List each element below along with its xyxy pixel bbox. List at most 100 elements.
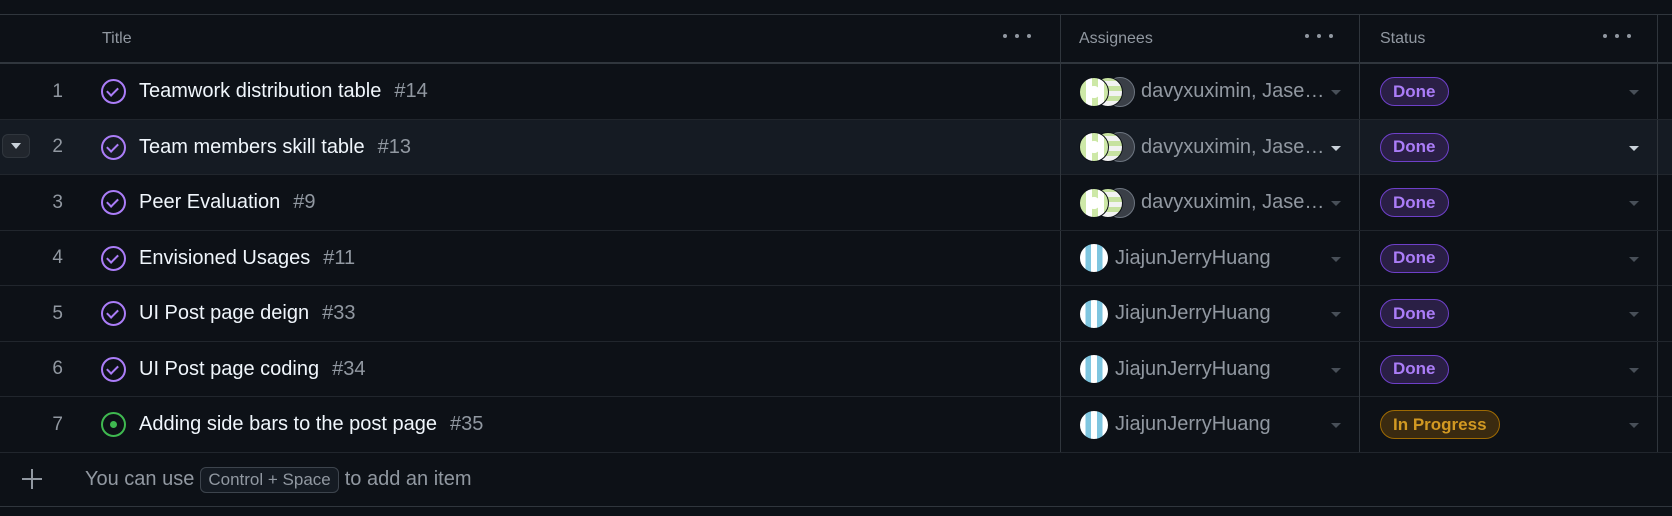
title-cell[interactable]: UI Post page deign #33 [101,286,1059,341]
column-header-assignees[interactable]: Assignees [1060,15,1359,62]
status-badge[interactable]: Done [1380,354,1449,384]
dropdown-caret-icon[interactable] [1331,256,1341,262]
row-number-label: 7 [52,413,63,435]
status-badge[interactable]: Done [1380,243,1449,273]
assignees-cell[interactable]: JiajunJerryHuang [1060,286,1359,341]
project-table: Title Assignees Status 1 Teamwork distrib… [0,15,1672,507]
title-cell[interactable]: Envisioned Usages #11 [101,231,1059,286]
status-badge[interactable]: Done [1380,77,1449,106]
issue-title-link[interactable]: Peer Evaluation [139,191,280,214]
title-cell[interactable]: Peer Evaluation #9 [101,175,1059,230]
title-cell[interactable]: Adding side bars to the post page #35 [101,397,1059,452]
dropdown-caret-icon[interactable] [1629,90,1639,95]
status-badge[interactable]: Done [1380,188,1449,217]
assignees-cell[interactable]: JiajunJerryHuang [1060,341,1359,397]
issue-number: #9 [293,191,316,213]
add-item-hint[interactable]: You can use Control + Space to add an it… [85,453,472,507]
row-number: 4 [0,231,88,286]
status-cell[interactable]: In Progress [1359,397,1658,452]
table-header: Title Assignees Status [0,15,1672,64]
top-bar [0,0,1672,15]
row-number: 6 [0,342,88,397]
row-number: 2 [0,120,88,175]
status-cell[interactable]: Done [1359,286,1658,341]
title-cell[interactable]: Teamwork distribution table #14 [101,64,1059,119]
issue-title-link[interactable]: Teamwork distribution table [139,80,381,103]
issue-number: #14 [394,80,428,102]
plus-icon[interactable] [22,468,42,489]
title-column-menu-icon[interactable] [1003,31,1031,41]
dropdown-caret-icon[interactable] [1629,367,1639,373]
issue-closed-icon [101,79,126,104]
status-badge[interactable]: In Progress [1380,410,1500,439]
assignee-avatars[interactable] [1079,243,1109,273]
issue-closed-icon [101,190,126,215]
assignee-avatars[interactable] [1079,409,1109,440]
avatar [1079,132,1109,162]
avatar [1079,354,1109,384]
column-assignees-label: Assignees [1079,29,1153,47]
issue-title-link[interactable]: Envisioned Usages [139,247,310,270]
row-expand-button[interactable] [2,133,30,158]
status-cell[interactable]: Done [1359,119,1658,175]
dropdown-caret-icon[interactable] [1629,312,1639,317]
assignee-avatars[interactable] [1079,187,1135,218]
table-row[interactable]: 7 Adding side bars to the post page #35 Jia… [0,397,1672,453]
assignees-names: JiajunJerryHuang [1115,246,1271,269]
dropdown-caret-icon[interactable] [1629,201,1639,206]
table-row[interactable]: 6 UI Post page coding #34 JiajunJerryHuang D… [0,341,1672,397]
dropdown-caret-icon[interactable] [1331,90,1341,95]
avatar [1079,76,1109,107]
issue-closed-icon [101,356,126,382]
chevron-down-icon [11,142,21,149]
dropdown-caret-icon[interactable] [1331,367,1341,373]
assignees-names: davyxuximin, Jases... [1141,135,1331,158]
status-cell[interactable]: Done [1359,64,1658,119]
status-column-menu-icon[interactable] [1603,31,1631,41]
add-item-suffix: to add an item [344,468,472,490]
row-number: 1 [0,64,88,119]
dropdown-caret-icon[interactable] [1629,423,1639,428]
column-header-title[interactable]: Title [102,15,1057,62]
assignees-cell[interactable]: JiajunJerryHuang [1060,230,1359,286]
dropdown-caret-icon[interactable] [1331,201,1341,206]
title-cell[interactable]: UI Post page coding #34 [101,342,1059,397]
table-row[interactable]: 1 Teamwork distribution table #14 davyxuxim… [0,64,1672,120]
title-cell[interactable]: Team members skill table #13 [101,120,1059,175]
status-cell[interactable]: Done [1359,230,1658,286]
issue-title-link[interactable]: UI Post page coding [139,358,319,381]
assignees-cell[interactable]: davyxuximin, Jases... [1060,119,1359,175]
dropdown-caret-icon[interactable] [1331,145,1341,151]
issue-title-link[interactable]: Adding side bars to the post page [139,413,437,436]
issue-title-link[interactable]: Team members skill table [139,136,365,159]
row-number: 3 [0,175,88,230]
issue-number: #35 [450,413,484,435]
assignee-avatars[interactable] [1079,132,1135,162]
assignees-cell[interactable]: davyxuximin, Jases... [1060,175,1359,230]
status-cell[interactable]: Done [1359,341,1658,397]
issue-title-link[interactable]: UI Post page deign [139,302,309,325]
dropdown-caret-icon[interactable] [1629,145,1639,151]
issue-closed-icon [101,245,126,271]
table-row[interactable]: 3 Peer Evaluation #9 davyxuximin, Jases... D… [0,175,1672,231]
avatar [1079,409,1109,440]
assignee-avatars[interactable] [1079,298,1109,329]
add-item-row[interactable]: You can use Control + Space to add an it… [0,453,1672,507]
dropdown-caret-icon[interactable] [1331,423,1341,428]
column-header-status[interactable]: Status [1359,15,1658,62]
dropdown-caret-icon[interactable] [1331,312,1341,317]
status-cell[interactable]: Done [1359,175,1658,230]
assignees-column-menu-icon[interactable] [1305,31,1333,41]
status-badge[interactable]: Done [1380,299,1449,328]
table-row[interactable]: 2 Team members skill table #13 davyxuximin,… [0,119,1672,175]
table-row[interactable]: 5 UI Post page deign #33 JiajunJerryHuang Do… [0,286,1672,342]
assignee-avatars[interactable] [1079,76,1135,107]
table-row[interactable]: 4 Envisioned Usages #11 JiajunJerryHuang Don… [0,230,1672,286]
assignees-cell[interactable]: davyxuximin, Jases... [1060,64,1359,119]
row-number-label: 5 [52,302,63,324]
assignees-names: JiajunJerryHuang [1115,413,1271,435]
dropdown-caret-icon[interactable] [1629,256,1639,262]
status-badge[interactable]: Done [1380,132,1449,162]
assignee-avatars[interactable] [1079,354,1109,384]
assignees-cell[interactable]: JiajunJerryHuang [1060,397,1359,452]
